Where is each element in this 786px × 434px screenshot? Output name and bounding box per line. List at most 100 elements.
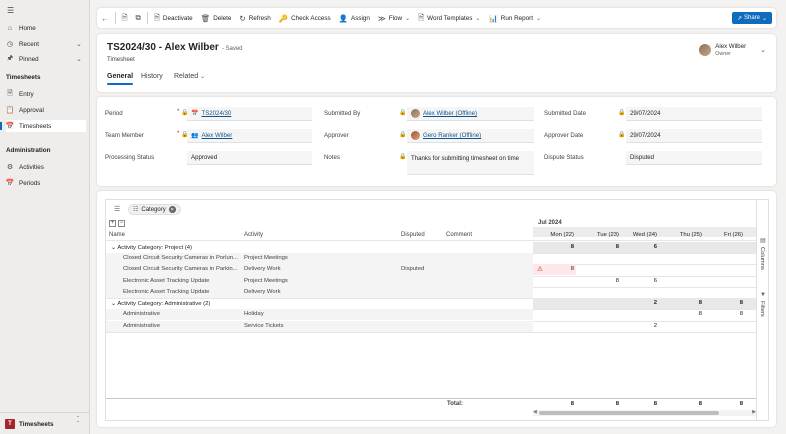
team-member-field[interactable]: 👥 Alex Wilber	[187, 129, 312, 143]
row-name[interactable]: Administrative	[123, 323, 238, 329]
col-name[interactable]: Name	[109, 232, 125, 238]
filter-icon[interactable]: ▼	[760, 292, 766, 298]
chevron-down-icon: ⌄	[535, 15, 542, 22]
sidebar-item-approval[interactable]: 📋 Approval	[6, 104, 86, 116]
col-disputed[interactable]: Disputed	[401, 232, 425, 238]
sidebar-item-periods[interactable]: 📅 Periods	[6, 177, 86, 189]
delete-button[interactable]: 🗑 Delete	[197, 8, 236, 28]
row-name[interactable]: Electronic Asset Tracking Update	[123, 278, 238, 284]
row-activity[interactable]: Project Meetings	[244, 255, 288, 261]
sidebar-item-activities[interactable]: ⚙ Activities	[6, 161, 86, 173]
row-activity[interactable]: Delivery Work	[244, 266, 281, 272]
chevron-down-icon[interactable]: ⌄	[76, 40, 82, 48]
word-templates-button[interactable]: 🗎 Word Templates ⌄	[414, 8, 484, 28]
general-form: Period * 🔒 📅 TS2024/30 Team Member * 🔒 👥 A…	[97, 97, 776, 186]
run-report-button[interactable]: 📊 Run Report ⌄	[484, 8, 545, 28]
group-panel-icon[interactable]: ☰	[114, 205, 120, 213]
horizontal-scrollbar[interactable]: ◀ ▶	[533, 409, 756, 416]
time-cell[interactable]: 8	[589, 278, 619, 284]
collapse-all-button[interactable]: −	[118, 220, 125, 227]
row-activity[interactable]: Service Tickets	[244, 323, 284, 329]
form-view-button[interactable]: 🗎	[118, 8, 132, 28]
group-total-cell: 8	[698, 300, 702, 307]
expand-all-button[interactable]: +	[109, 220, 116, 227]
time-cell[interactable]: 8	[544, 266, 574, 272]
sidebar-item-recent[interactable]: ◷ Recent ⌄	[6, 38, 86, 50]
group-row[interactable]: ⌄ Activity Category: Project (4)	[111, 244, 192, 251]
puzzle-icon: ⚙	[6, 164, 14, 171]
tab-general[interactable]: General	[107, 73, 134, 85]
submitted-date-field[interactable]: 29/07/2024	[626, 107, 762, 121]
row-activity[interactable]: Project Meetings	[244, 278, 288, 284]
total-cell: 8	[698, 401, 702, 407]
pin-icon: 🖈	[6, 54, 14, 62]
open-new-window-icon: ⧉	[135, 13, 141, 22]
lock-icon: 🔒	[399, 154, 407, 160]
document-icon: 🗎	[7, 89, 13, 97]
back-button[interactable]: ←	[97, 8, 113, 28]
sidebar-item-pinned[interactable]: 🖈 Pinned ⌄	[6, 53, 86, 65]
refresh-button[interactable]: ↻ Refresh	[235, 8, 274, 28]
processing-status-label: Processing Status	[105, 154, 155, 161]
group-by-chip[interactable]: ☷ Category ✕	[128, 204, 181, 215]
scroll-left-icon[interactable]: ◀	[533, 409, 537, 415]
period-field[interactable]: 📅 TS2024/30	[187, 107, 312, 121]
approver-field[interactable]: Gero Ranker (Offline)	[407, 129, 534, 143]
sidebar-item-home[interactable]: ⌂ Home	[6, 22, 86, 34]
row-name[interactable]: Closed Circuit Security Cameras in Parki…	[123, 266, 238, 272]
chevron-down-icon[interactable]: ⌄	[760, 46, 766, 54]
owner-info[interactable]: Alex Wilber Owner ⌄	[699, 43, 766, 57]
col-day[interactable]: Mon (22)	[544, 232, 574, 238]
columns-panel-tab[interactable]: Columns	[759, 247, 765, 270]
group-row[interactable]: ⌄ Activity Category: Administrative (2)	[111, 300, 210, 307]
sidebar-item-entry[interactable]: 🗎 Entry	[6, 88, 86, 100]
row-name[interactable]: Administrative	[123, 311, 238, 317]
col-day[interactable]: Wed (24)	[627, 232, 657, 238]
sidebar-item-timesheets[interactable]: 📅 Timesheets	[0, 120, 86, 132]
required-icon: *	[177, 109, 180, 115]
share-button[interactable]: ↗ Share ⌄	[732, 12, 772, 24]
refresh-icon: ↻	[239, 13, 246, 23]
chevron-down-icon[interactable]: ⌄	[111, 245, 116, 251]
row-name[interactable]: Closed Circuit Security Cameras in Porlu…	[123, 255, 238, 261]
approved-date-field[interactable]: 29/07/2024	[626, 129, 762, 143]
chevron-down-icon[interactable]: ⌄	[76, 55, 82, 63]
tab-history[interactable]: History	[141, 73, 163, 80]
row-activity[interactable]: Holiday	[244, 311, 264, 317]
submitted-by-field[interactable]: Alex Wilber (Offline)	[407, 107, 534, 121]
timesheet-grid: ☰ ☷ Category ✕ + − Jul 2024 Name Activity …	[105, 199, 769, 421]
dispute-status-field[interactable]: Disputed	[626, 151, 762, 165]
notes-field[interactable]: Thanks for submitting timesheet on time	[407, 151, 534, 175]
col-day[interactable]: Thu (25)	[672, 232, 702, 238]
timesheet-grid-card: ☰ ☷ Category ✕ + − Jul 2024 Name Activity …	[97, 191, 776, 427]
time-cell[interactable]: 8	[713, 311, 743, 317]
area-switcher[interactable]: T Timesheets ˆˇ	[0, 412, 90, 434]
person-icon: 👤	[338, 13, 349, 23]
open-new-window-button[interactable]: ⧉	[132, 8, 145, 28]
col-comment[interactable]: Comment	[446, 232, 472, 238]
filters-panel-tab[interactable]: Filters	[759, 301, 765, 317]
tab-related[interactable]: Related ⌄	[174, 73, 205, 80]
time-cell[interactable]: 2	[627, 323, 657, 329]
processing-status-field[interactable]: Approved	[187, 151, 312, 165]
assign-button[interactable]: 👤 Assign	[335, 8, 374, 28]
time-cell[interactable]: 6	[627, 278, 657, 284]
chevron-down-icon[interactable]: ⌄	[111, 301, 116, 307]
scrollbar-thumb[interactable]	[539, 411, 719, 415]
deactivate-button[interactable]: 🗎 Deactivate	[150, 8, 197, 28]
time-cell[interactable]: 8	[672, 311, 702, 317]
total-cell: 8	[739, 401, 743, 407]
remove-chip-icon[interactable]: ✕	[168, 206, 176, 213]
col-activity[interactable]: Activity	[244, 232, 263, 238]
col-day[interactable]: Fri (26)	[713, 232, 743, 238]
col-day[interactable]: Tue (23)	[589, 232, 619, 238]
columns-panel-icon[interactable]: ▤	[760, 237, 766, 244]
flow-button[interactable]: ≫ Flow ⌄	[374, 8, 414, 28]
submitted-by-label: Submitted By	[324, 110, 361, 117]
row-activity[interactable]: Delivery Work	[244, 289, 281, 295]
dispute-status-label: Dispute Status	[544, 154, 584, 161]
hamburger-icon[interactable]: ☰	[7, 6, 14, 15]
check-access-button[interactable]: 🔑 Check Access	[275, 8, 335, 28]
trash-icon: 🗑	[200, 13, 211, 23]
row-name[interactable]: Electronic Asset Tracking Update	[123, 289, 238, 295]
